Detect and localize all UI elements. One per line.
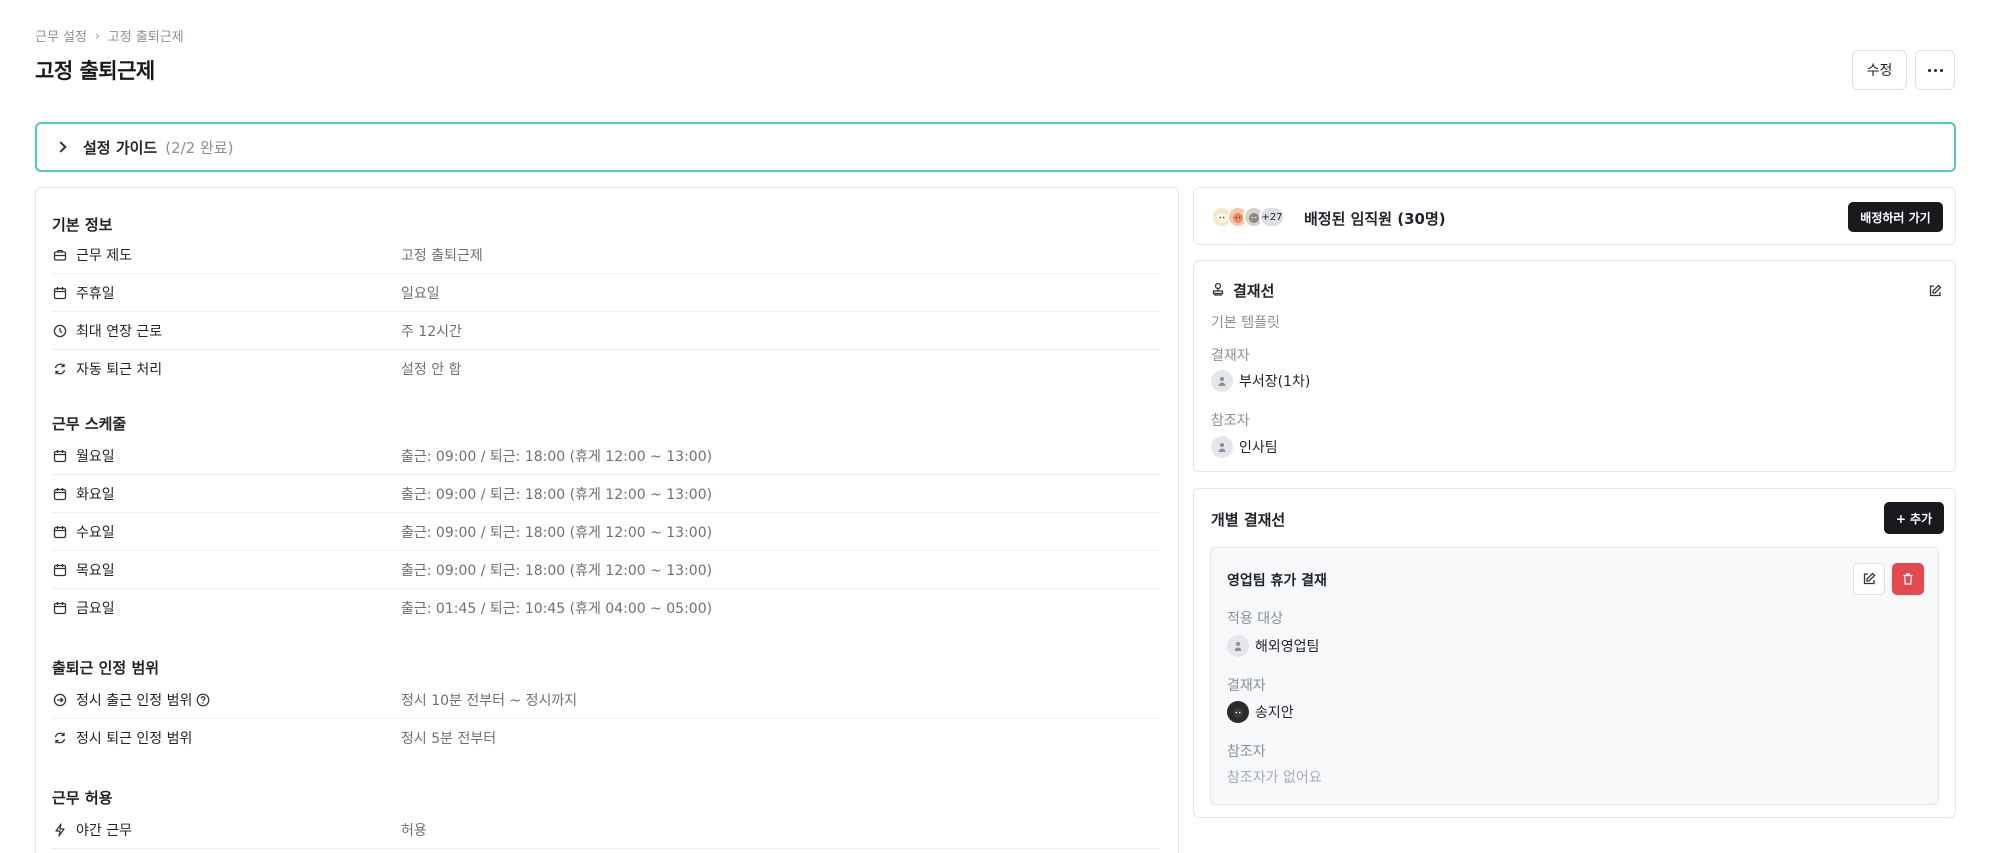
briefcase-icon: [52, 247, 68, 263]
reference-empty-text: 참조자가 없어요: [1227, 770, 1322, 786]
calendar-icon: [52, 448, 68, 464]
chevron-right-icon: [55, 141, 67, 153]
schedule-row-fri: 금요일 출근: 01:45 / 퇴근: 10:45 (휴게 04:00 ~ 05…: [52, 589, 1160, 627]
section-title-attendance-range: 출퇴근 인정 범위: [52, 659, 160, 677]
approval-template: 기본 템플릿: [1211, 315, 1280, 331]
stamp-icon: [1211, 282, 1225, 300]
schedule-row-wed: 수요일 출근: 09:00 / 퇴근: 18:00 (휴게 12:00 ~ 13…: [52, 513, 1160, 551]
target-item: 해외영업팀: [1227, 635, 1319, 657]
approval-line-item: 영업팀 휴가 결재 적용 대상 해외영업팀 결재자 송지안 참조자 참조자가 없…: [1210, 547, 1939, 805]
individual-approval-title: 개별 결재선: [1211, 511, 1286, 529]
refresh-icon: [52, 361, 68, 377]
calendar-icon: [52, 600, 68, 616]
individual-approval-card: 개별 결재선 + 추가 영업팀 휴가 결재 적용 대상 해외영업팀 결재자 송지…: [1193, 488, 1956, 818]
section-title-basic-info: 기본 정보: [52, 216, 113, 234]
clock-icon: [52, 323, 68, 339]
calendar-icon: [52, 524, 68, 540]
person-icon: [1211, 436, 1233, 458]
breadcrumb-parent[interactable]: 근무 설정: [35, 26, 87, 45]
approval-line-title: 결재선: [1233, 282, 1275, 300]
calendar-icon: [52, 562, 68, 578]
setup-guide-toggle[interactable]: 설정 가이드 (2/2 완료): [35, 122, 1956, 172]
edit-button[interactable]: 수정: [1852, 50, 1907, 90]
breadcrumb-current: 고정 출퇴근제: [107, 30, 184, 45]
schedule-row-mon: 월요일 출근: 09:00 / 퇴근: 18:00 (휴게 12:00 ~ 13…: [52, 437, 1160, 475]
attendance-row: 정시 출근 인정 범위 정시 10분 전부터 ~ 정시까지: [52, 681, 1160, 719]
add-approval-line-button[interactable]: + 추가: [1884, 502, 1944, 534]
reference-item: 인사팀: [1211, 436, 1278, 458]
section-title-schedule: 근무 스케줄: [52, 415, 127, 433]
attendance-row: 정시 퇴근 인정 범위 정시 5분 전부터: [52, 719, 1160, 757]
edit-approval-line-button[interactable]: [1919, 275, 1951, 307]
approval-line-item-title: 영업팀 휴가 결재: [1227, 573, 1327, 589]
breadcrumb: 근무 설정 › 고정 출퇴근제: [35, 26, 184, 46]
avatar-more-count: +27: [1259, 206, 1285, 228]
more-icon: [1927, 68, 1931, 72]
approval-line-card: 결재선 기본 템플릿 결재자 부서장(1차) 참조자 인사팀: [1193, 260, 1956, 472]
delete-item-button[interactable]: [1892, 563, 1924, 595]
help-icon[interactable]: [196, 693, 210, 707]
approver-label: 결재자: [1211, 348, 1250, 364]
person-icon: [1227, 635, 1249, 657]
assigned-employees-card: +27 배정된 임직원 (30명) 배정하러 가기: [1193, 187, 1956, 245]
person-icon: [1211, 370, 1233, 392]
assigned-employees-title: 배정된 임직원 (30명): [1304, 210, 1446, 228]
reference-label: 참조자: [1211, 413, 1250, 429]
calendar-icon: [52, 285, 68, 301]
trash-icon: [1903, 573, 1913, 585]
info-row: 주휴일 일요일: [52, 274, 1160, 312]
refresh-icon: [52, 730, 68, 746]
item-reference-label: 참조자: [1227, 744, 1266, 760]
schedule-row-tue: 화요일 출근: 09:00 / 퇴근: 18:00 (휴게 12:00 ~ 13…: [52, 475, 1160, 513]
lightning-icon: [52, 822, 68, 838]
item-approver-label: 결재자: [1227, 678, 1266, 694]
chevron-right-icon: ›: [94, 28, 100, 43]
avatar: [1227, 701, 1249, 723]
guide-progress: (2/2 완료): [165, 138, 234, 157]
item-approver: 송지안: [1227, 701, 1294, 723]
info-row: 자동 퇴근 처리 설정 안 함: [52, 350, 1160, 388]
info-row: 최대 연장 근로 주 12시간: [52, 312, 1160, 350]
info-row: 근무 제도 고정 출퇴근제: [52, 236, 1160, 274]
avatar-group[interactable]: +27: [1211, 206, 1285, 228]
schedule-row-thu: 목요일 출근: 09:00 / 퇴근: 18:00 (휴게 12:00 ~ 13…: [52, 551, 1160, 589]
guide-title: 설정 가이드: [83, 138, 158, 157]
arrow-in-circle-icon: [52, 692, 68, 708]
approver-item: 부서장(1차): [1211, 370, 1310, 392]
edit-item-button[interactable]: [1853, 563, 1885, 595]
edit-icon: [1929, 284, 1942, 297]
more-options-button[interactable]: [1915, 50, 1955, 90]
target-label: 적용 대상: [1227, 611, 1283, 627]
settings-detail-card: 기본 정보 근무 제도 고정 출퇴근제 주휴일 일요일 최대 연장 근로 주 1…: [35, 187, 1179, 853]
work-allow-row: 야간 근무 허용: [52, 811, 1160, 849]
go-assign-button[interactable]: 배정하러 가기: [1848, 202, 1943, 232]
page-title: 고정 출퇴근제: [35, 59, 155, 83]
section-title-work-allow: 근무 허용: [52, 789, 113, 807]
edit-icon: [1863, 572, 1876, 585]
calendar-icon: [52, 486, 68, 502]
